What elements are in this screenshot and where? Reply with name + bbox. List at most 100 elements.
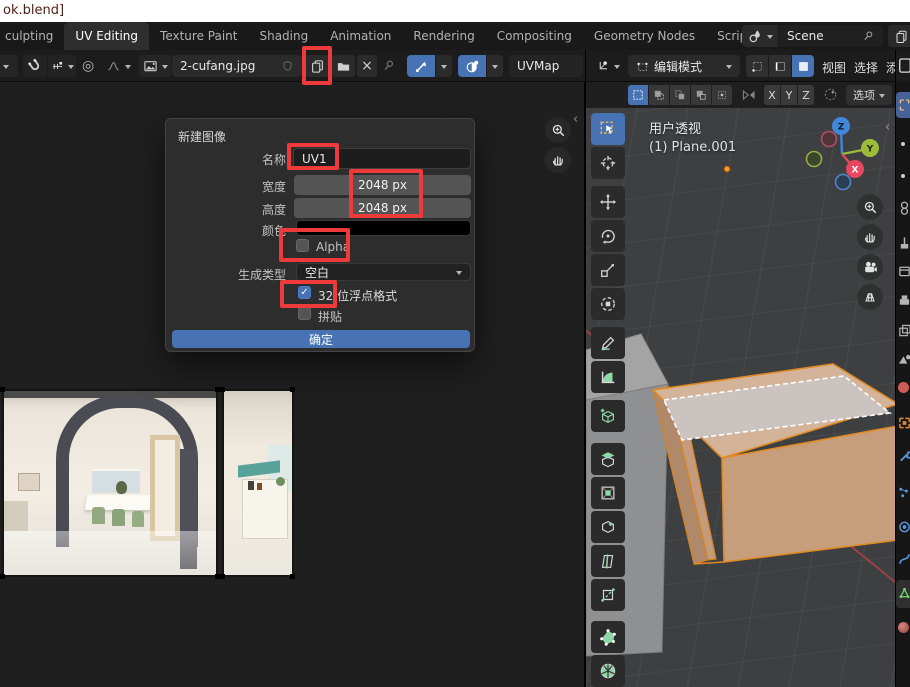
- material-tab-icon[interactable]: [898, 622, 909, 633]
- properties-tab-active[interactable]: [896, 92, 910, 118]
- gizmo-toggle[interactable]: [407, 55, 435, 77]
- mirror-x-toggle[interactable]: X: [764, 85, 780, 105]
- select-intersect-button[interactable]: [712, 85, 732, 105]
- select-mode-face[interactable]: [792, 55, 814, 77]
- tool-poly-build[interactable]: [591, 621, 625, 653]
- new-scene-button[interactable]: [888, 25, 910, 47]
- tool-loop-cut[interactable]: [591, 545, 625, 577]
- snap-toggle-button[interactable]: [23, 55, 47, 77]
- uv-sidebar-collapse[interactable]: ‹: [573, 112, 578, 127]
- viewport-sidebar-collapse[interactable]: ‹: [885, 120, 890, 135]
- constraint-tab-icon[interactable]: [898, 552, 910, 566]
- viewport-editor-type-button[interactable]: [591, 55, 623, 77]
- object-tab-icon[interactable]: [898, 416, 910, 430]
- scene-tab-icon[interactable]: [898, 352, 910, 366]
- menu-select[interactable]: 选择: [854, 59, 878, 76]
- printer-tab-icon[interactable]: [898, 294, 910, 308]
- world-tab-icon[interactable]: [898, 382, 909, 393]
- uv-zoom-button[interactable]: [545, 117, 571, 143]
- viewport-camera-button[interactable]: [857, 254, 883, 280]
- tool-move[interactable]: [591, 186, 625, 218]
- fake-user-shield-icon[interactable]: [281, 60, 294, 73]
- proportional-falloff-dropdown[interactable]: [102, 55, 134, 77]
- tab-compositing[interactable]: Compositing: [486, 22, 583, 50]
- alpha-checkbox[interactable]: [296, 239, 309, 252]
- tab-shading[interactable]: Shading: [248, 22, 319, 50]
- viewport-zoom-button[interactable]: [857, 194, 883, 220]
- tab-texture-paint[interactable]: Texture Paint: [149, 22, 248, 50]
- mirror-z-toggle[interactable]: Z: [798, 85, 814, 105]
- select-mode-edge[interactable]: [769, 55, 791, 77]
- particles-tab-icon[interactable]: [898, 486, 910, 500]
- tab-rendering[interactable]: Rendering: [402, 22, 485, 50]
- mode-dropdown[interactable]: 编辑模式: [628, 55, 740, 77]
- unlink-image-button[interactable]: ×: [357, 55, 377, 77]
- tab-sculpting[interactable]: culpting: [0, 22, 64, 50]
- gizmo-dropdown[interactable]: [436, 55, 452, 77]
- overlays-dropdown[interactable]: [487, 55, 503, 77]
- menu-view[interactable]: 视图: [822, 59, 846, 76]
- pin-icon[interactable]: [381, 58, 396, 73]
- tiled-checkbox[interactable]: [298, 307, 311, 320]
- tool-scale[interactable]: [591, 254, 625, 286]
- scene-browse-button[interactable]: [742, 25, 778, 47]
- tool-add-cube[interactable]: [591, 400, 625, 432]
- gizmo-z-label: Z: [838, 123, 845, 133]
- output-tab-icon[interactable]: [898, 236, 910, 250]
- tool-transform[interactable]: [591, 288, 625, 320]
- viewport-grid-button[interactable]: [857, 284, 883, 310]
- proportional-edit-icon[interactable]: [823, 87, 838, 102]
- select-set-button[interactable]: [628, 85, 648, 105]
- chevron-down-icon: [614, 65, 620, 72]
- tool-cursor[interactable]: [591, 147, 625, 179]
- scene-name-field[interactable]: Scene: [779, 25, 883, 47]
- tool-spin[interactable]: [591, 655, 625, 687]
- tab-uv-editing[interactable]: UV Editing: [64, 22, 149, 50]
- tool-knife[interactable]: [591, 579, 625, 611]
- height-slider[interactable]: 2048 px: [294, 198, 471, 218]
- tool-annotate[interactable]: [591, 327, 625, 359]
- tool-extrude-region[interactable]: [591, 443, 625, 475]
- image-name-field[interactable]: 2-cufang.jpg: [172, 55, 302, 77]
- tool-inset-faces[interactable]: [591, 477, 625, 509]
- tab-geometry-nodes[interactable]: Geometry Nodes: [583, 22, 706, 50]
- editor-type-button[interactable]: [0, 55, 18, 77]
- render-tab-icon[interactable]: [898, 200, 910, 216]
- width-slider[interactable]: 2048 px: [294, 175, 471, 195]
- uvmap-field[interactable]: UVMap: [509, 55, 583, 77]
- modifier-tab-icon[interactable]: [898, 450, 910, 464]
- tool-select-box[interactable]: [591, 113, 625, 145]
- data-tab-icon[interactable]: [898, 586, 910, 600]
- mirror-y-toggle[interactable]: Y: [781, 85, 797, 105]
- output2-tab-icon[interactable]: [898, 264, 910, 278]
- viewport-3d[interactable]: 用户透视 (1) Plane.001 Z Y X: [585, 108, 895, 687]
- uv-pan-button[interactable]: [545, 147, 571, 173]
- navigation-gizmo[interactable]: Z Y X: [804, 112, 894, 200]
- generated-type-dropdown[interactable]: 空白: [296, 263, 471, 281]
- tab-animation[interactable]: Animation: [319, 22, 402, 50]
- overlays-toggle[interactable]: [458, 55, 486, 77]
- tool-rotate[interactable]: [591, 220, 625, 252]
- tool-measure[interactable]: [591, 361, 625, 393]
- open-image-button[interactable]: [332, 55, 355, 77]
- ok-button[interactable]: 确定: [172, 330, 470, 348]
- image-browse-button[interactable]: [139, 55, 171, 77]
- snap-settings-dropdown[interactable]: [48, 55, 76, 77]
- proportional-edit-toggle[interactable]: ◎: [82, 58, 94, 74]
- physics-tab-icon[interactable]: [898, 520, 910, 534]
- select-extend-button[interactable]: [649, 85, 669, 105]
- viewport-pan-button[interactable]: [857, 224, 883, 250]
- new-image-button[interactable]: [306, 55, 329, 77]
- select-mode-vertex[interactable]: [746, 55, 768, 77]
- properties-editor-icon[interactable]: [898, 57, 910, 75]
- options-dropdown[interactable]: 选项: [846, 85, 892, 105]
- select-subtract-button[interactable]: [670, 85, 690, 105]
- select-invert-button[interactable]: [691, 85, 711, 105]
- viewlayer-tab-icon[interactable]: [898, 324, 910, 338]
- color-swatch[interactable]: [296, 220, 471, 236]
- tool-bevel[interactable]: [591, 511, 625, 543]
- pin-icon[interactable]: [861, 29, 875, 43]
- float-checkbox[interactable]: ✓: [298, 286, 311, 299]
- mirror-icon[interactable]: [741, 87, 757, 103]
- name-input[interactable]: UV1: [293, 148, 471, 169]
